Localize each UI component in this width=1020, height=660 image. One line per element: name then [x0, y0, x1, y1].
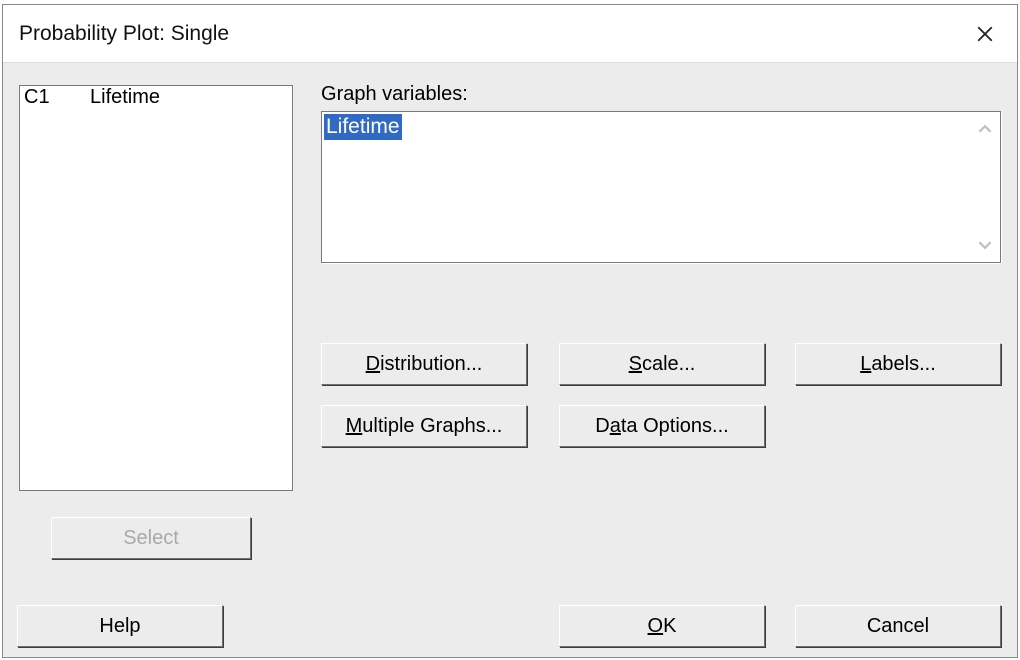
- dialog-window: Probability Plot: Single C1 Lifetime Gra…: [2, 4, 1018, 658]
- scroll-down[interactable]: [976, 236, 994, 254]
- ok-button[interactable]: OK: [559, 605, 765, 647]
- distribution-button[interactable]: Distribution...: [321, 343, 527, 385]
- chevron-down-icon: [978, 238, 992, 252]
- graph-variables-selection: Lifetime: [324, 114, 402, 140]
- chevron-up-icon: [978, 122, 992, 136]
- data-options-button[interactable]: Data Options...: [559, 405, 765, 447]
- column-list[interactable]: C1 Lifetime: [19, 85, 293, 491]
- close-icon: [976, 25, 994, 43]
- close-button[interactable]: [963, 12, 1007, 56]
- dialog-body: C1 Lifetime Graph variables: Lifetime Di…: [3, 63, 1017, 657]
- titlebar: Probability Plot: Single: [3, 5, 1017, 63]
- scroll-up[interactable]: [976, 120, 994, 138]
- list-item[interactable]: C1 Lifetime: [20, 86, 292, 109]
- help-button[interactable]: Help: [17, 605, 223, 647]
- scale-button[interactable]: Scale...: [559, 343, 765, 385]
- graph-variables-input[interactable]: Lifetime: [321, 111, 1001, 263]
- cancel-button[interactable]: Cancel: [795, 605, 1001, 647]
- column-name: Lifetime: [90, 86, 160, 109]
- multiple-graphs-button[interactable]: Multiple Graphs...: [321, 405, 527, 447]
- select-button: Select: [51, 517, 251, 559]
- labels-button[interactable]: Labels...: [795, 343, 1001, 385]
- graph-variables-label: Graph variables:: [321, 83, 468, 106]
- window-title: Probability Plot: Single: [19, 22, 229, 46]
- column-id: C1: [24, 86, 72, 109]
